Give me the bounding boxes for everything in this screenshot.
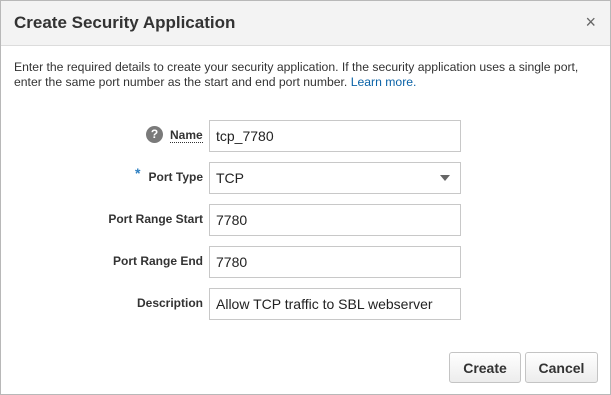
create-security-application-dialog: Create Security Application × Enter the …: [0, 0, 611, 395]
name-row: ? Name tcp_7780: [1, 120, 610, 152]
intro-text: Enter the required details to create you…: [14, 60, 579, 89]
description-label: Description: [136, 296, 203, 310]
create-button-label: Create: [463, 360, 507, 376]
create-button[interactable]: Create: [449, 352, 521, 383]
port-range-start-value: 7780: [216, 212, 248, 228]
name-label: Name: [170, 128, 203, 143]
name-input[interactable]: tcp_7780: [209, 120, 461, 152]
required-indicator: *: [135, 165, 141, 181]
port-range-end-value: 7780: [216, 254, 248, 270]
port-type-value: TCP: [216, 170, 244, 186]
port-range-start-input[interactable]: 7780: [209, 204, 461, 236]
description-row: Description Allow TCP traffic to SBL web…: [1, 288, 610, 320]
port-range-end-label: Port Range End: [112, 254, 203, 268]
description-value: Allow TCP traffic to SBL webserver: [216, 296, 433, 312]
learn-more-link[interactable]: Learn more.: [351, 75, 417, 89]
cancel-button[interactable]: Cancel: [525, 352, 598, 383]
port-type-select[interactable]: TCP: [209, 162, 461, 194]
dialog-header: Create Security Application ×: [1, 1, 610, 46]
port-type-label: Port Type: [148, 170, 203, 184]
port-range-start-row: Port Range Start 7780: [1, 204, 610, 236]
cancel-button-label: Cancel: [538, 360, 585, 376]
help-icon[interactable]: ?: [146, 126, 163, 143]
chevron-down-icon: [440, 175, 450, 181]
description-input[interactable]: Allow TCP traffic to SBL webserver: [209, 288, 461, 320]
port-range-start-label: Port Range Start: [108, 212, 203, 226]
dialog-title: Create Security Application: [14, 13, 236, 32]
port-type-row: * Port Type TCP: [1, 162, 610, 194]
port-range-end-input[interactable]: 7780: [209, 246, 461, 278]
intro-text-block: Enter the required details to create you…: [14, 60, 599, 90]
name-value: tcp_7780: [216, 128, 274, 144]
port-range-end-row: Port Range End 7780: [1, 246, 610, 278]
close-icon[interactable]: ×: [585, 13, 596, 31]
